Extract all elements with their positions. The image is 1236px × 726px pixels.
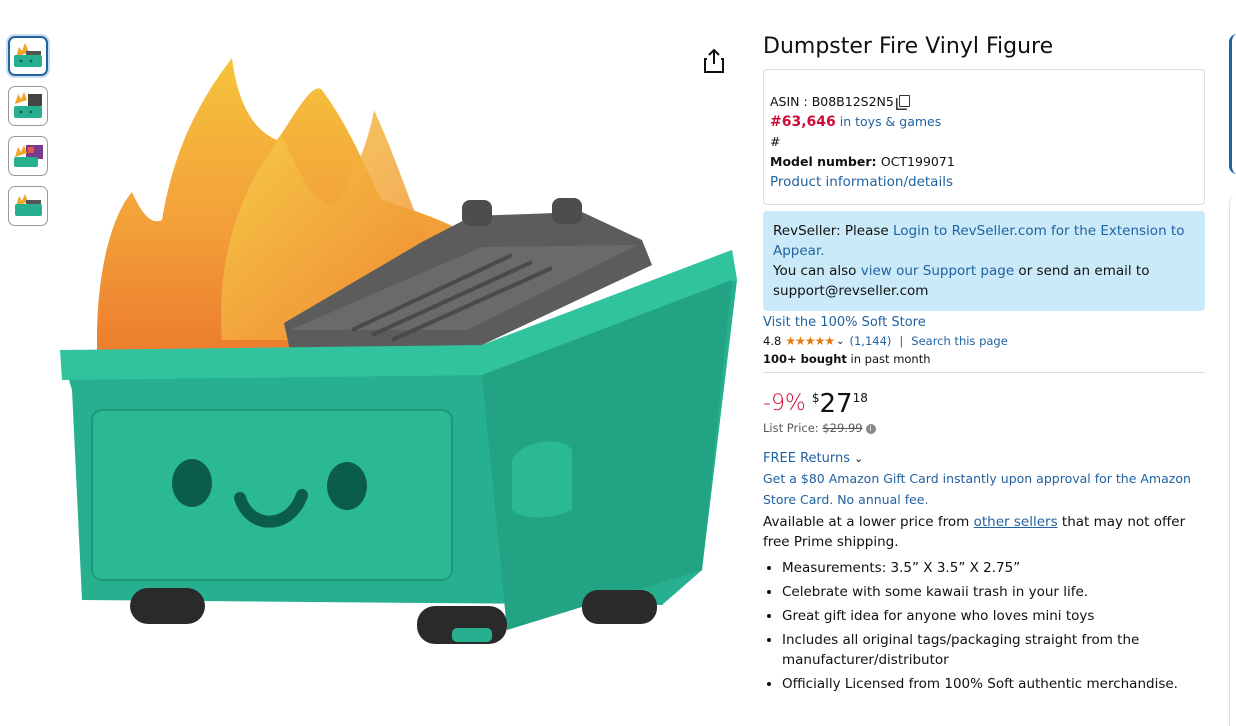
- model-row: Model number: OCT199071: [770, 152, 1198, 172]
- store-link[interactable]: Visit the 100% Soft Store: [763, 315, 1205, 330]
- chevron-down-icon[interactable]: ⌄: [836, 336, 844, 347]
- thumbnail-1[interactable]: [8, 36, 48, 76]
- revseller-banner: RevSeller: Please Login to RevSeller.com…: [763, 211, 1205, 311]
- price-block: -9% $ 27 18: [763, 389, 1205, 419]
- bullet-item: Includes all original tags/packaging str…: [782, 630, 1205, 670]
- asin-value[interactable]: B08B12S2N5: [812, 94, 894, 109]
- thumbnail-2[interactable]: [8, 86, 48, 126]
- list-price-label: List Price:: [763, 421, 823, 435]
- product-details-link[interactable]: Product information/details: [770, 172, 1198, 192]
- info-icon[interactable]: i: [865, 423, 876, 434]
- product-main-image[interactable]: [52, 40, 752, 710]
- revseller-info-box: ASIN : B08B12S2N5 #63,646 in toys & game…: [763, 69, 1205, 205]
- product-title: Dumpster Fire Vinyl Figure: [763, 34, 1054, 59]
- buy-box-edge[interactable]: [1229, 34, 1236, 174]
- revseller-prefix: RevSeller: Please: [773, 223, 894, 239]
- price-currency: $: [811, 391, 820, 405]
- availability-text: Available at a lower price from other se…: [763, 512, 1205, 552]
- free-returns-row: FREE Returns ⌄: [763, 451, 1205, 466]
- gift-card-offer-link[interactable]: Get a $80 Amazon Gift Card instantly upo…: [763, 468, 1205, 510]
- other-sellers-link[interactable]: other sellers: [974, 514, 1058, 530]
- search-this-page-link[interactable]: Search this page: [911, 334, 1008, 348]
- rating-separator: |: [899, 334, 904, 348]
- product-details-column: Dumpster Fire Vinyl Figure ASIN : B08B12…: [763, 30, 1205, 698]
- revseller-support-link[interactable]: view our Support page: [861, 263, 1014, 279]
- bought-in-past-month: 100+ bought in past month: [763, 352, 1205, 373]
- thumbnail-4[interactable]: [8, 186, 48, 226]
- bought-rest: in past month: [846, 352, 931, 366]
- price-fraction: 18: [852, 391, 868, 405]
- bullet-item: Celebrate with some kawaii trash in your…: [782, 582, 1205, 602]
- rating-row: 4.8 ★★★★★ ⌄ (1,144) | Search this page: [763, 334, 1205, 348]
- bullet-item: Measurements: 3.5” X 3.5” X 2.75”: [782, 558, 1205, 578]
- feature-bullets: Measurements: 3.5” X 3.5” X 2.75” Celebr…: [763, 558, 1205, 694]
- model-number: OCT199071: [880, 154, 955, 169]
- bullet-item: Officially Licensed from 100% Soft authe…: [782, 674, 1205, 694]
- revseller-also: You can also: [773, 263, 861, 279]
- rank-row: #63,646 in toys & games: [770, 112, 1198, 132]
- thumbnail-strip: [8, 36, 52, 236]
- asin-label: ASIN :: [770, 94, 812, 109]
- model-label: Model number:: [770, 154, 881, 169]
- dumpster-thumb-lifestyle: [14, 145, 43, 167]
- dumpster-thumb-box: [14, 92, 42, 118]
- list-price-row: List Price: $29.99 i: [763, 421, 1205, 435]
- ratings-count-link[interactable]: (1,144): [849, 334, 891, 348]
- bullet-item: Great gift idea for anyone who loves min…: [782, 606, 1205, 626]
- free-returns-link[interactable]: FREE Returns: [763, 451, 850, 466]
- side-panel-edge: [1229, 196, 1236, 726]
- chevron-down-icon[interactable]: ⌄: [854, 452, 863, 465]
- rating-value: 4.8: [763, 334, 782, 348]
- thumbnail-3[interactable]: [8, 136, 48, 176]
- share-icon[interactable]: [702, 48, 726, 74]
- bought-count: 100+ bought: [763, 352, 847, 366]
- availability-prefix: Available at a lower price from: [763, 514, 974, 530]
- dumpster-thumb-front: [14, 43, 42, 67]
- sales-rank: #63,646: [770, 114, 836, 130]
- rank-category-link[interactable]: in toys & games: [840, 114, 942, 129]
- copy-icon[interactable]: [898, 95, 910, 107]
- discount-percent: -9%: [763, 391, 806, 416]
- list-price-value: $29.99: [822, 421, 863, 435]
- hash-row: #: [770, 134, 781, 149]
- star-rating-icon[interactable]: ★★★★★: [785, 334, 835, 348]
- asin-row: ASIN : B08B12S2N5: [770, 92, 1198, 112]
- price-whole: 27: [819, 389, 853, 419]
- dumpster-thumb-side: [15, 194, 42, 216]
